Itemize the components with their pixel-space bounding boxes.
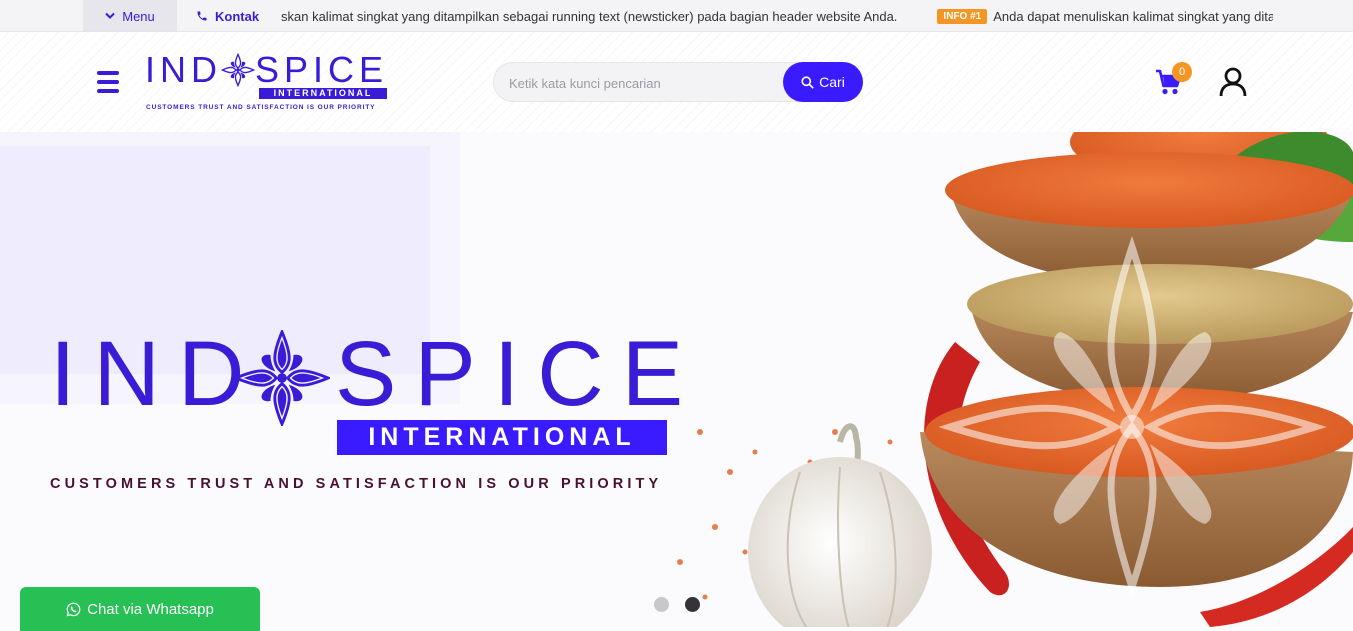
user-account-button[interactable] <box>1219 67 1247 97</box>
search-bar: Cari <box>493 62 863 102</box>
logo-subtitle: INTERNATIONAL <box>259 88 387 99</box>
ticker-badge: INFO #1 <box>937 8 988 24</box>
user-icon <box>1219 67 1247 97</box>
hero-logo-tagline: CUSTOMERS TRUST AND SATISFACTION IS OUR … <box>50 476 663 492</box>
flower-logo-icon <box>234 330 330 426</box>
slider-dot[interactable] <box>654 597 669 612</box>
logo-word: IND <box>145 49 222 90</box>
cart-button[interactable]: 0 <box>1155 62 1192 96</box>
menu-button[interactable]: Menu <box>83 0 177 32</box>
search-icon <box>801 75 814 89</box>
hero-logo: IND SPICE INTERNATIONAL CUSTOMERS TRUST … <box>50 323 683 498</box>
ticker-text: skan kalimat singkat yang ditampilkan se… <box>281 8 898 24</box>
hamburger-icon[interactable] <box>97 71 119 93</box>
hero-slider[interactable]: IND SPICE INTERNATIONAL CUSTOMERS TRUST … <box>0 132 1353 627</box>
cart-count-badge: 0 <box>1172 62 1192 82</box>
logo-tagline: CUSTOMERS TRUST AND SATISFACTION IS OUR … <box>146 104 376 111</box>
news-ticker[interactable]: skan kalimat singkat yang ditampilkan se… <box>281 0 1273 32</box>
slider-pagination <box>654 597 700 612</box>
logo-word: SPICE <box>255 49 389 90</box>
site-header: IND SPICE INTERNATIONAL CUSTOMERS TRUST … <box>0 32 1353 132</box>
search-input[interactable] <box>509 72 779 94</box>
site-logo[interactable]: IND SPICE INTERNATIONAL CUSTOMERS TRUST … <box>145 52 390 114</box>
whatsapp-label: Chat via Whatsapp <box>87 600 214 618</box>
search-button-label: Cari <box>819 74 845 90</box>
search-button[interactable]: Cari <box>783 62 863 102</box>
ticker-text: Anda dapat menuliskan kalimat singkat ya… <box>993 8 1273 24</box>
flower-logo-icon <box>221 53 255 87</box>
hero-logo-subtitle: INTERNATIONAL <box>337 420 667 455</box>
top-bar: Menu Kontak skan kalimat singkat yang di… <box>0 0 1353 32</box>
phone-icon <box>197 11 207 21</box>
menu-label: Menu <box>122 8 155 24</box>
kontak-button[interactable]: Kontak <box>196 0 259 32</box>
chevron-down-icon <box>105 12 115 19</box>
whatsapp-icon <box>66 602 81 616</box>
spice-bowls-image <box>677 132 1353 627</box>
slider-dot-active[interactable] <box>685 597 700 612</box>
hero-logo-word: SPICE <box>335 323 702 425</box>
hero-logo-word: IND <box>50 323 263 425</box>
kontak-label: Kontak <box>215 8 260 24</box>
whatsapp-chat-button[interactable]: Chat via Whatsapp <box>20 587 260 631</box>
